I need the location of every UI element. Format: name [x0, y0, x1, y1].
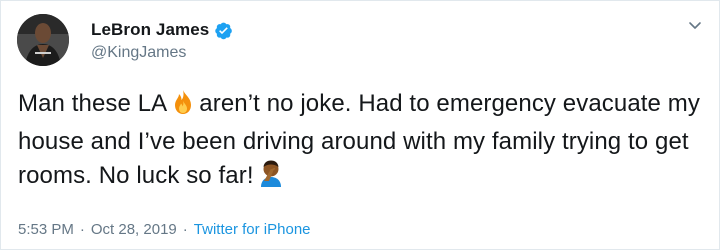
author-row: LeBron James	[91, 20, 233, 40]
avatar[interactable]	[17, 14, 69, 66]
fire-emoji	[171, 89, 195, 125]
tweet-meta: 5:53 PM · Oct 28, 2019 · Twitter for iPh…	[18, 221, 311, 238]
chevron-down-icon[interactable]	[687, 17, 703, 33]
meta-separator: ·	[79, 221, 85, 238]
tweet-text: Man these LA aren’t no joke. Had to emer…	[18, 87, 708, 197]
tweet-time[interactable]: 5:53 PM	[18, 221, 74, 238]
facepalm-emoji	[258, 159, 284, 197]
meta-separator: ·	[182, 221, 188, 238]
author-handle[interactable]: @KingJames	[91, 44, 186, 62]
verified-badge-icon	[214, 21, 233, 40]
tweet-text-part1: Man these LA	[18, 90, 168, 117]
author-name[interactable]: LeBron James	[91, 20, 209, 40]
tweet-source-link[interactable]: Twitter for iPhone	[194, 221, 311, 238]
tweet-card: LeBron James @KingJames Man these LA are…	[0, 0, 720, 250]
tweet-date[interactable]: Oct 28, 2019	[91, 221, 177, 238]
